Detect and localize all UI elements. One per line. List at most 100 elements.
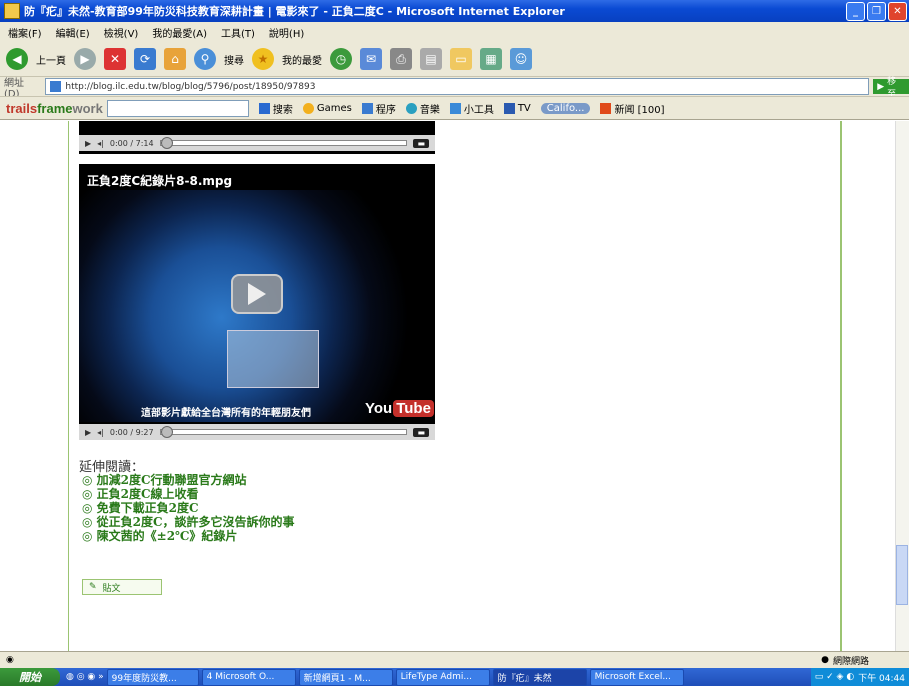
menu-edit[interactable]: 編輯(E) <box>56 25 90 40</box>
seek-knob[interactable] <box>160 137 173 149</box>
trails-news[interactable]: 新闻 [100] <box>600 101 665 116</box>
programs-icon <box>361 102 373 114</box>
scrollbar-thumb[interactable] <box>896 545 908 605</box>
brand-part-a: trails <box>6 100 38 116</box>
edit-icon[interactable]: ▤ <box>420 48 442 70</box>
tv-label: TV <box>517 102 531 114</box>
system-tray: ▭ ✓ ◈ ◐ 下午 04:44 <box>810 668 909 686</box>
brand-part-c: work <box>72 100 103 116</box>
trails-search-input[interactable] <box>106 99 249 117</box>
page-icon <box>50 81 62 92</box>
link-watch-online[interactable]: ◎ 正負2度C線上收看 <box>82 487 295 501</box>
reply-label: 貼文 <box>102 583 121 594</box>
menu-tools[interactable]: 工具(T) <box>221 25 255 40</box>
video-player-1[interactable]: ▶ ◂| 0:00 / 7:14 ▬ <box>79 121 435 154</box>
video-2-slogan: 這部影片獻給全台灣所有的年輕朋友們 <box>141 408 311 419</box>
task-lifetype[interactable]: LifeType Admi... <box>395 668 490 686</box>
favorites-star-icon[interactable]: ★ <box>252 48 274 70</box>
back-button-label[interactable]: 上一頁 <box>36 52 66 67</box>
trails-tv[interactable]: TV <box>503 102 531 114</box>
youtube-tube: Tube <box>393 400 434 417</box>
go-button[interactable]: ▶ 移至 <box>873 77 909 100</box>
quicklaunch-icons[interactable]: ◍ ◎ ◉ » <box>66 672 104 682</box>
tools-icon <box>449 102 461 114</box>
maximize-button[interactable]: ❐ <box>867 2 886 21</box>
trails-weather[interactable]: Califo... <box>540 102 591 114</box>
play-icon[interactable]: ▶ <box>85 139 91 148</box>
trails-logo[interactable]: trailsframework <box>0 101 103 116</box>
trails-programs[interactable]: 程序 <box>361 101 396 116</box>
trails-toolbar: trailsframework 搜索 Games 程序 音樂 小工具 TV Ca… <box>0 96 909 120</box>
post-reply-button[interactable]: ✎ 貼文 <box>82 579 162 595</box>
research-icon[interactable]: ▦ <box>480 48 502 70</box>
video-player-2[interactable]: 正負2度C紀錄片8-8.mpg 這部影片獻給全台灣所有的年輕朋友們 You Tub… <box>79 164 435 440</box>
trails-tools[interactable]: 小工具 <box>449 101 494 116</box>
forward-arrow-icon[interactable]: ▶ <box>74 48 96 70</box>
volume-icon[interactable]: ◂| <box>97 139 104 148</box>
trails-music[interactable]: 音樂 <box>405 101 440 116</box>
right-frame-border <box>840 121 842 651</box>
video-1-seekbar[interactable] <box>159 137 408 149</box>
print-icon[interactable]: ⎙ <box>390 48 412 70</box>
messenger-icon[interactable]: ☺ <box>510 48 532 70</box>
tray-icons[interactable]: ▭ ✓ ◈ ◐ <box>815 672 854 682</box>
back-arrow-icon[interactable]: ◀ <box>6 48 28 70</box>
task-office[interactable]: 4 Microsoft O... <box>201 668 296 686</box>
folder-icon[interactable]: ▭ <box>450 48 472 70</box>
play-icon[interactable]: ▶ <box>85 428 91 437</box>
youtube-you: You <box>365 400 393 417</box>
video-2-thumbnail[interactable]: 這部影片獻給全台灣所有的年輕朋友們 You Tube <box>79 190 435 422</box>
menu-file[interactable]: 檔案(F) <box>8 25 42 40</box>
link-free-download[interactable]: ◎ 免費下載正負2度C <box>82 501 295 515</box>
link-discussion[interactable]: ◎ 從正負2度C，談許多它沒告訴你的事 <box>82 515 295 529</box>
status-bar: ◉ ● 網際網路 <box>0 651 909 668</box>
address-bar: 網址(D) http://blog.ilc.edu.tw/blog/blog/5… <box>0 76 909 100</box>
minimize-button[interactable]: _ <box>846 2 865 21</box>
address-input[interactable]: http://blog.ilc.edu.tw/blog/blog/5796/po… <box>45 78 870 95</box>
mail-icon[interactable]: ✉ <box>360 48 382 70</box>
youtube-logo[interactable]: You Tube <box>365 400 434 417</box>
favorites-button-label[interactable]: 我的最愛 <box>282 52 322 67</box>
search-button-label[interactable]: 搜尋 <box>224 52 244 67</box>
volume-icon[interactable]: ◂| <box>97 428 104 437</box>
zone-indicator: ● 網際網路 <box>821 654 869 667</box>
pen-icon: ✎ <box>89 582 97 592</box>
menu-help[interactable]: 說明(H) <box>269 25 304 40</box>
task-folder[interactable]: 99年度防災教... <box>106 668 199 686</box>
zone-label: 網際網路 <box>832 656 869 667</box>
menu-favorites[interactable]: 我的最愛(A) <box>152 25 207 40</box>
music-icon <box>405 102 417 114</box>
big-play-button[interactable] <box>231 274 283 314</box>
start-button[interactable]: 開始 <box>0 668 60 686</box>
glacier-image <box>227 330 319 388</box>
menu-view[interactable]: 檢視(V) <box>104 25 139 40</box>
stop-icon[interactable]: ✕ <box>104 48 126 70</box>
fullscreen-icon[interactable]: ▬ <box>413 138 429 148</box>
trails-games[interactable]: Games <box>302 102 352 114</box>
refresh-icon[interactable]: ⟳ <box>134 48 156 70</box>
window-title: 防『疕』未然-教育部99年防災科技教育深耕計畫 | 電影來了 - 正負二度C -… <box>24 5 565 18</box>
games-icon <box>302 102 314 114</box>
task-label: LifeType Admi... <box>400 672 472 682</box>
video-1-time: 0:00 / 7:14 <box>109 138 154 148</box>
video-2-seekbar[interactable] <box>159 426 408 438</box>
standard-toolbar: ◀ 上一頁 ▶ ✕ ⟳ ⌂ ⚲ 搜尋 ★ 我的最愛 ◷ ✉ ⎙ ▤ ▭ ▦ ☺ <box>0 42 909 76</box>
task-label: Microsoft Excel... <box>594 672 671 682</box>
news-icon <box>600 102 612 114</box>
clock: 下午 04:44 <box>858 673 905 684</box>
home-icon[interactable]: ⌂ <box>164 48 186 70</box>
link-documentary[interactable]: ◎ 陳文茜的《±2℃》紀錄片 <box>82 529 295 543</box>
start-label: 開始 <box>19 671 41 684</box>
task-ie-active[interactable]: 防『疕』未然 <box>492 668 587 686</box>
link-alliance-site[interactable]: ◎ 加減2度C行動聯盟官方網站 <box>82 473 295 487</box>
task-new-page[interactable]: 新增網頁1 - M... <box>298 668 393 686</box>
trails-search-button[interactable]: 搜索 <box>258 101 293 116</box>
search-icon[interactable]: ⚲ <box>194 48 216 70</box>
task-excel[interactable]: Microsoft Excel... <box>589 668 684 686</box>
brand-part-b: frame <box>37 100 73 116</box>
seek-knob[interactable] <box>160 426 173 438</box>
close-button[interactable]: ✕ <box>888 2 907 21</box>
history-icon[interactable]: ◷ <box>330 48 352 70</box>
fullscreen-icon[interactable]: ▬ <box>413 427 429 437</box>
video-2-time: 0:00 / 9:27 <box>109 427 154 437</box>
